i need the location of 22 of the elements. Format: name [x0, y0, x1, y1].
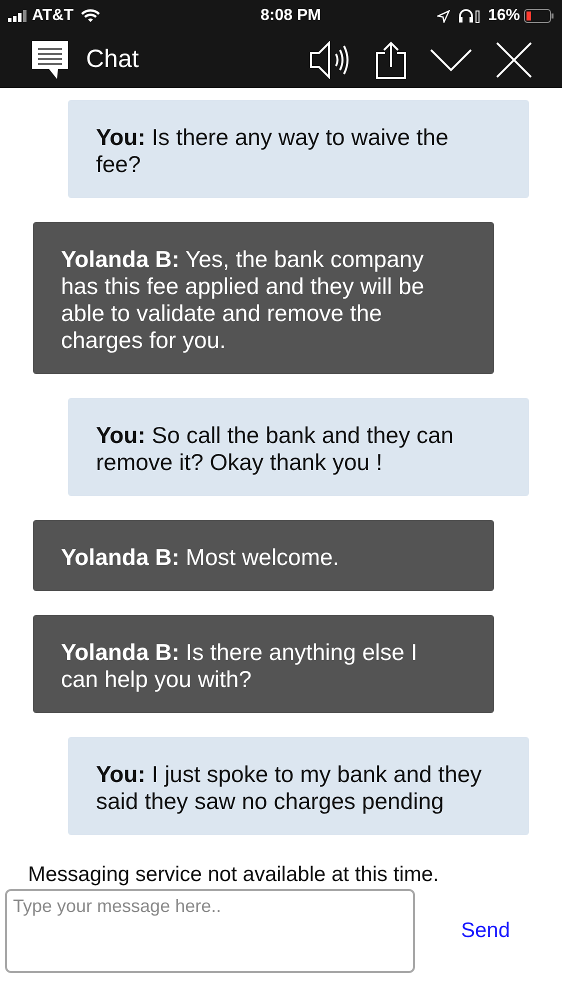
agent-message: Yolanda B: Most welcome. — [33, 520, 494, 591]
chat-icon — [32, 41, 68, 79]
share-icon[interactable] — [376, 41, 406, 79]
close-icon[interactable] — [496, 42, 532, 78]
location-arrow-icon — [436, 10, 450, 22]
battery-percentage: 16% — [488, 6, 520, 26]
clock-time: 8:08 PM — [260, 6, 321, 26]
user-message: You: I just spoke to my bank and they said they saw no charges pending — [68, 737, 529, 835]
battery-icon — [524, 9, 554, 23]
header-title: Chat — [86, 44, 139, 76]
wifi-icon — [81, 9, 100, 23]
service-notice: Messaging service not available at this time. — [27, 862, 440, 888]
user-message: You: Is there any way to waive the fee? — [68, 100, 529, 198]
send-button[interactable]: Send — [461, 915, 510, 947]
chevron-down-icon[interactable] — [430, 48, 472, 72]
message-input[interactable]: Type your message here.. — [5, 889, 415, 973]
signal-icon — [8, 10, 28, 22]
user-message: You: So call the bank and they can remove it? Okay thank you ! — [68, 398, 529, 496]
agent-message: Yolanda B: Is there anything else I can help you with? — [33, 615, 494, 713]
carrier-label: AT&T — [32, 6, 74, 26]
headphones-icon — [458, 9, 480, 23]
agent-message: Yolanda B: Yes, the bank company has this fee applied and they will be able to validate and remove the charges for you. — [33, 222, 494, 374]
